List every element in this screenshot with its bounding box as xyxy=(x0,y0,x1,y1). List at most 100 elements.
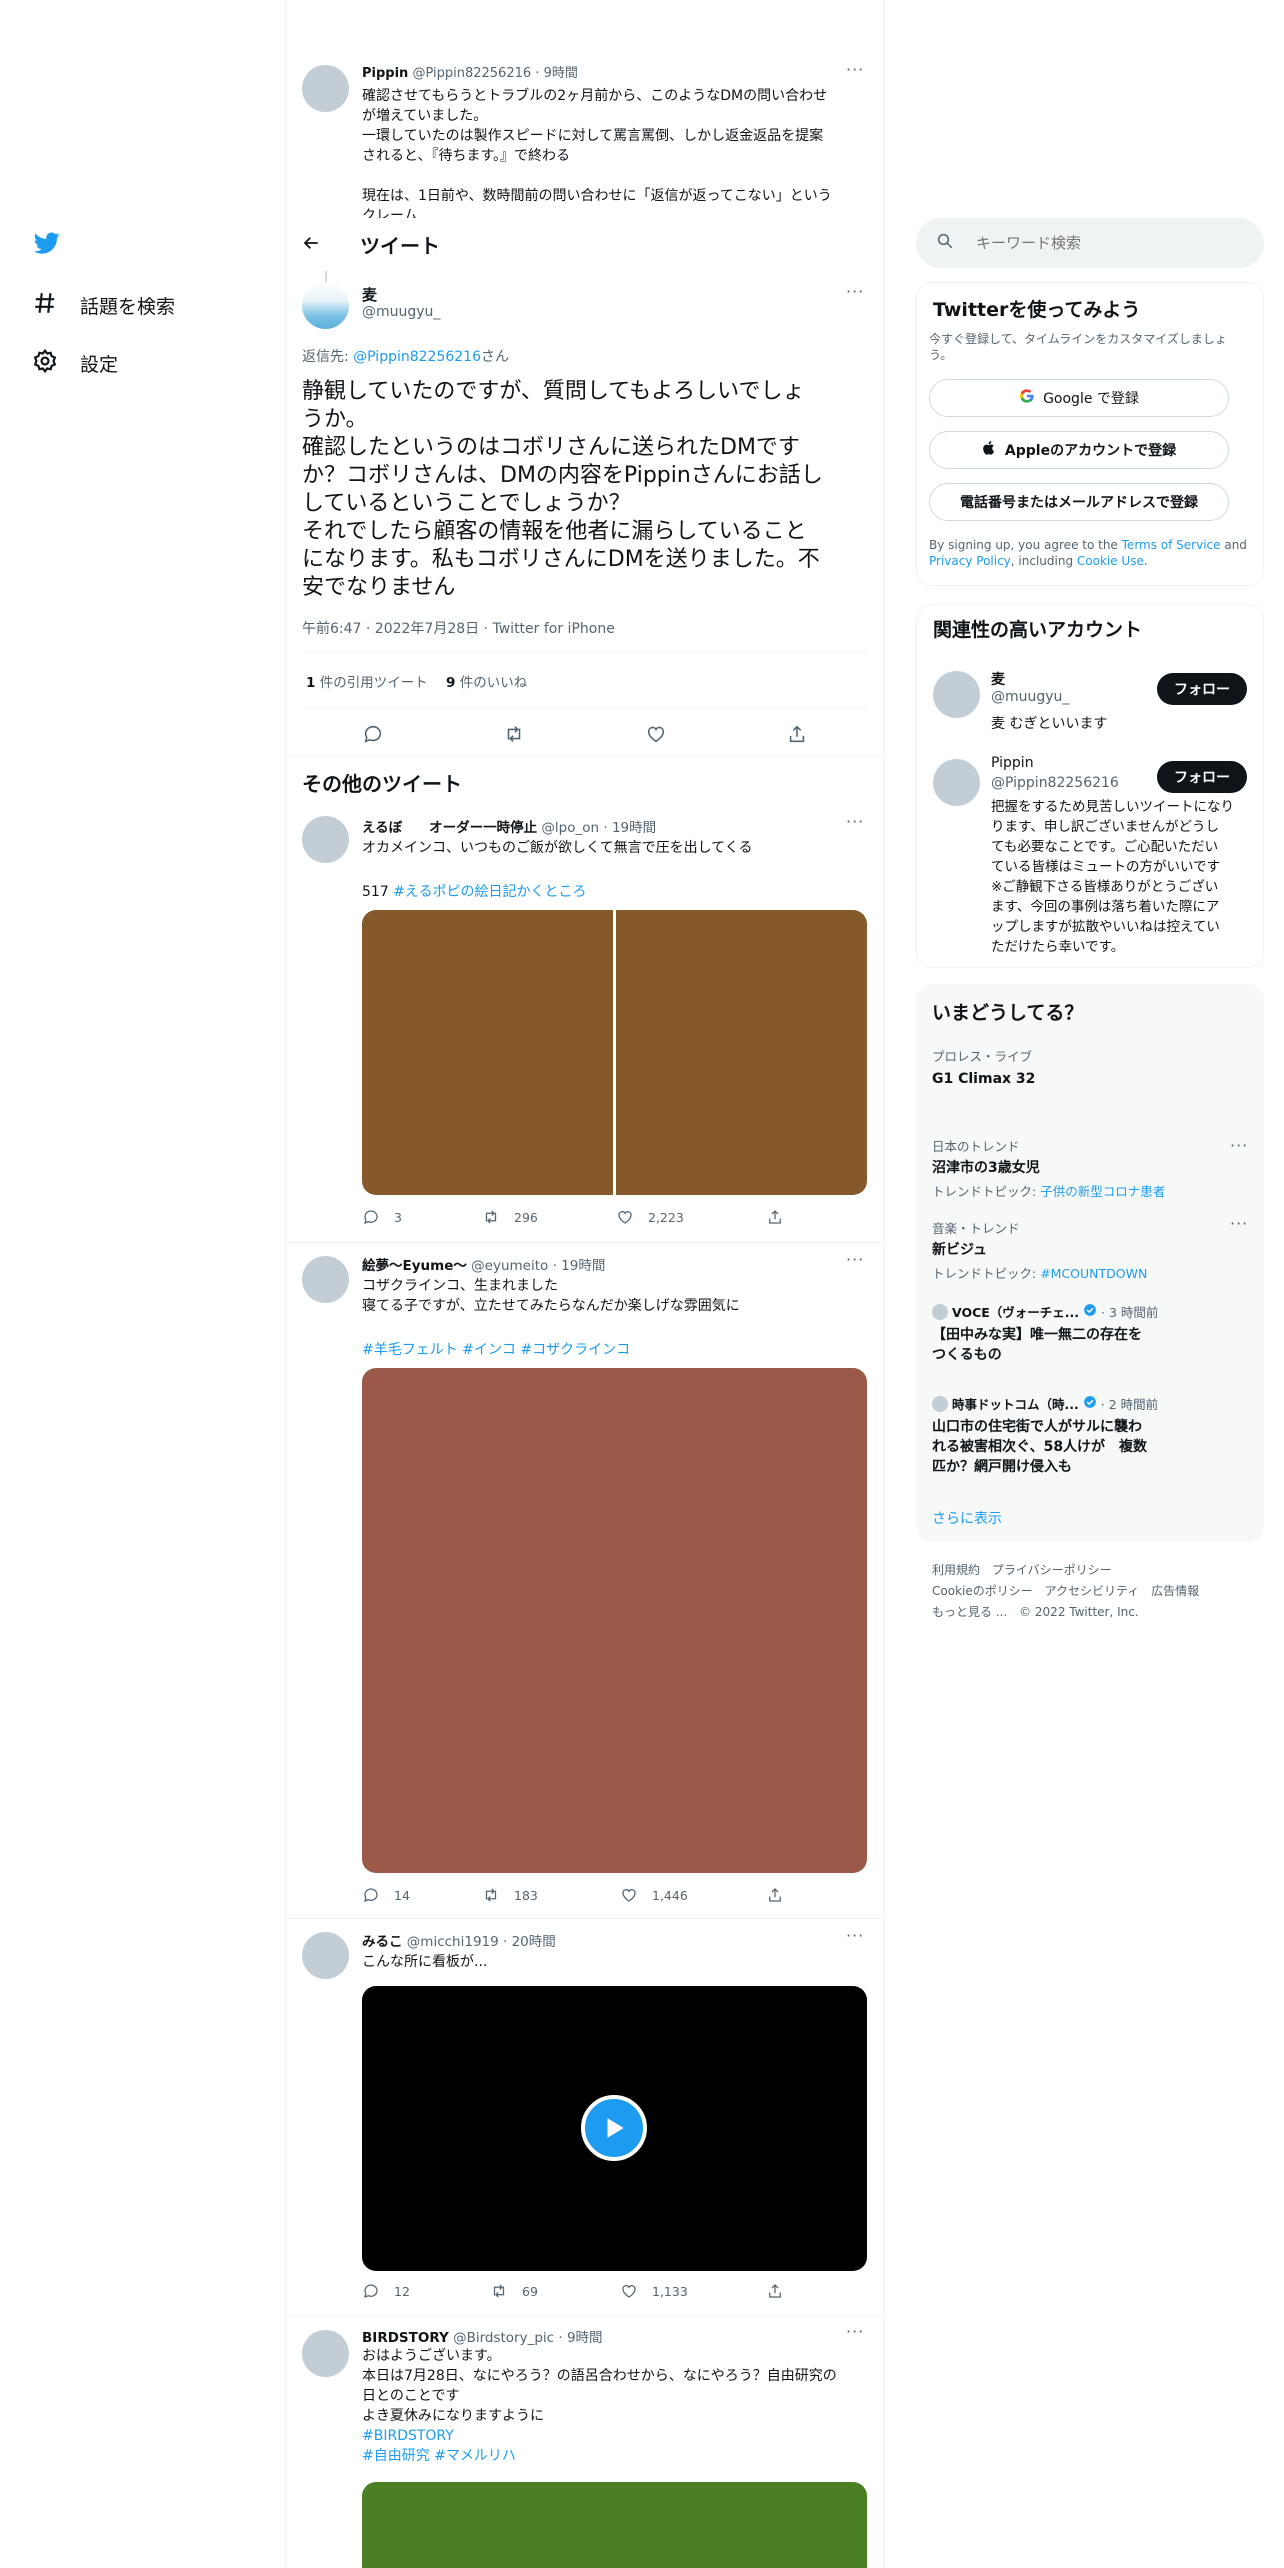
share-button[interactable] xyxy=(766,2282,784,2300)
reply-icon[interactable] xyxy=(362,723,384,749)
avatar[interactable] xyxy=(302,282,349,329)
show-more-link[interactable]: さらに表示 xyxy=(932,1508,1002,1528)
tweet-time[interactable]: 9時間 xyxy=(567,2330,603,2346)
tweet-time[interactable]: 9時間 xyxy=(544,66,578,81)
account-name[interactable]: 麦 xyxy=(991,669,1005,689)
retweet-button[interactable]: 69 xyxy=(490,2282,538,2300)
privacy-link[interactable]: Privacy Policy xyxy=(929,554,1011,568)
trend-topic-link[interactable]: #MCOUNTDOWN xyxy=(1040,1266,1147,1281)
hashtag-link[interactable]: #えるポピの絵日記かくところ xyxy=(393,884,586,900)
author-handle[interactable]: @micchi1919 xyxy=(407,1934,499,1950)
author-handle[interactable]: @Birdstory_pic xyxy=(453,2330,554,2346)
retweet-icon[interactable] xyxy=(503,723,525,749)
search-input[interactable] xyxy=(976,234,1236,252)
trend-topic-link[interactable]: 子供の新型コロナ患者 xyxy=(1040,1184,1165,1199)
tweet-media[interactable] xyxy=(362,1368,867,1873)
hashtag-link[interactable]: #自由研究 #マメルリハ xyxy=(362,2446,837,2466)
cookie-link[interactable]: Cookie Use xyxy=(1077,554,1144,568)
tweet-media[interactable] xyxy=(362,910,867,1195)
more-icon[interactable]: ··· xyxy=(846,812,864,831)
nav-explore[interactable]: 話題を検索 xyxy=(32,290,175,321)
reply-button[interactable]: 3 xyxy=(362,1208,402,1226)
tweet-video[interactable] xyxy=(362,1986,867,2271)
more-icon[interactable]: ··· xyxy=(846,282,864,301)
avatar[interactable] xyxy=(302,1932,349,1979)
tweet-card[interactable]: BIRDSTORY @Birdstory_pic · 9時間 ··· おはようご… xyxy=(286,2318,884,2568)
news-item[interactable]: 時事ドットコム（時... · 2 時間前 山口市の住宅街で人がサルに襲わ れる被… xyxy=(932,1394,1252,1477)
tweet-time[interactable]: 20時間 xyxy=(512,1934,556,1950)
account-row[interactable]: 麦 @muugyu_ 麦 むぎといいます フォロー xyxy=(917,661,1263,747)
tweet-time[interactable]: 19時間 xyxy=(561,1258,605,1274)
share-icon[interactable] xyxy=(786,723,808,749)
twitter-logo-icon[interactable] xyxy=(32,230,62,260)
hashtag-link[interactable]: #BIRDSTORY xyxy=(362,2426,837,2446)
retweet-button[interactable]: 183 xyxy=(482,1886,538,1904)
footer-link[interactable]: 利用規約 xyxy=(932,1563,980,1577)
follow-button[interactable]: フォロー xyxy=(1157,761,1247,793)
footer-more-link[interactable]: もっと見る ... xyxy=(932,1605,1007,1619)
reply-button[interactable]: 12 xyxy=(362,2282,410,2300)
google-signup-button[interactable]: Google で登録 xyxy=(929,379,1229,417)
trend-item[interactable]: 日本のトレンド 沼津市の3歳女児 トレンドトピック: 子供の新型コロナ患者 ··… xyxy=(932,1136,1252,1200)
footer-link[interactable]: 広告情報 xyxy=(1151,1584,1199,1598)
nav-settings[interactable]: 設定 xyxy=(32,348,118,379)
tweet-card[interactable]: みるこ @micchi1919 · 20時間 ··· こんな所に看板が... 1… xyxy=(286,1920,884,2316)
author-handle[interactable]: @muugyu_ xyxy=(362,304,440,320)
tweet-card[interactable]: えるぼ オーダー一時停止 @lpo_on · 19時間 ··· オカメインコ、い… xyxy=(286,800,884,1240)
author-name[interactable]: みるこ xyxy=(362,1934,403,1950)
account-name[interactable]: Pippin xyxy=(991,755,1034,771)
tweet-card[interactable]: 絵夢～Eyume～ @eyumeito · 19時間 ··· コザクラインコ、生… xyxy=(286,1244,884,1920)
author-name[interactable]: BIRDSTORY xyxy=(362,2330,449,2346)
account-row[interactable]: Pippin @Pippin82256216 把握をするため見苦しいツイートにな… xyxy=(917,749,1263,963)
share-button[interactable] xyxy=(766,1886,784,1904)
account-handle[interactable]: @Pippin82256216 xyxy=(991,775,1119,791)
retweet-button[interactable]: 296 xyxy=(482,1208,538,1226)
media-image-left[interactable] xyxy=(362,910,613,1195)
avatar[interactable] xyxy=(302,816,349,863)
more-icon[interactable]: ··· xyxy=(846,60,864,79)
back-arrow-icon[interactable] xyxy=(302,233,342,257)
like-count[interactable]: 9 件のいいね xyxy=(446,675,527,691)
like-button[interactable]: 1,133 xyxy=(620,2282,688,2300)
more-icon[interactable]: ··· xyxy=(1230,1214,1248,1233)
quote-count[interactable]: 1 件の引用ツイート xyxy=(306,675,428,691)
more-icon[interactable]: ··· xyxy=(846,1250,864,1269)
author-handle[interactable]: @eyumeito xyxy=(471,1258,548,1274)
terms-link[interactable]: Terms of Service xyxy=(1122,538,1221,552)
tweet-meta[interactable]: 午前6:47 · 2022年7月28日 · Twitter for iPhone xyxy=(302,618,615,638)
footer-link[interactable]: プライバシーポリシー xyxy=(992,1563,1112,1577)
avatar[interactable] xyxy=(933,671,980,718)
author-handle[interactable]: @lpo_on xyxy=(541,820,599,836)
tweet-media[interactable] xyxy=(362,2482,867,2568)
hashtag-link[interactable]: #羊毛フェルト #インコ #コザクラインコ xyxy=(362,1340,740,1360)
author-handle[interactable]: @Pippin82256216 xyxy=(412,66,531,81)
footer-link[interactable]: アクセシビリティ xyxy=(1045,1584,1140,1598)
author-name[interactable]: えるぼ オーダー一時停止 xyxy=(362,820,537,836)
reply-button[interactable]: 14 xyxy=(362,1886,410,1904)
parent-tweet[interactable]: Pippin @Pippin82256216 · 9時間 ··· 確認させてもら… xyxy=(286,0,884,218)
avatar[interactable] xyxy=(302,2330,349,2377)
author-name[interactable]: Pippin xyxy=(362,66,408,81)
avatar[interactable] xyxy=(933,759,980,806)
account-handle[interactable]: @muugyu_ xyxy=(991,689,1069,705)
phone-email-signup-button[interactable]: 電話番号またはメールアドレスで登録 xyxy=(929,483,1229,521)
avatar[interactable] xyxy=(302,1256,349,1303)
follow-button[interactable]: フォロー xyxy=(1157,673,1247,705)
trend-item[interactable]: 音楽・トレンド 新ビジュ トレンドトピック: #MCOUNTDOWN ··· xyxy=(932,1214,1252,1282)
share-button[interactable] xyxy=(766,1208,784,1226)
more-icon[interactable]: ··· xyxy=(846,1926,864,1945)
author-name[interactable]: 麦 xyxy=(362,284,377,305)
author-name[interactable]: 絵夢～Eyume～ xyxy=(362,1258,467,1274)
trend-item[interactable]: プロレス・ライブ G1 Climax 32 xyxy=(932,1046,1252,1087)
more-icon[interactable]: ··· xyxy=(1230,1136,1248,1155)
tweet-time[interactable]: 19時間 xyxy=(612,820,656,836)
news-item[interactable]: VOCE（ヴォーチェ... · 3 時間前 【田中みな実】唯一無二の存在を つく… xyxy=(932,1302,1252,1365)
like-icon[interactable] xyxy=(645,723,667,749)
footer-link[interactable]: Cookieのポリシー xyxy=(932,1584,1033,1598)
like-button[interactable]: 2,223 xyxy=(616,1208,684,1226)
more-icon[interactable]: ··· xyxy=(846,2322,864,2341)
apple-signup-button[interactable]: Appleのアカウントで登録 xyxy=(929,431,1229,469)
play-icon[interactable] xyxy=(581,2095,647,2161)
media-image-right[interactable] xyxy=(616,910,867,1195)
like-button[interactable]: 1,446 xyxy=(620,1886,688,1904)
